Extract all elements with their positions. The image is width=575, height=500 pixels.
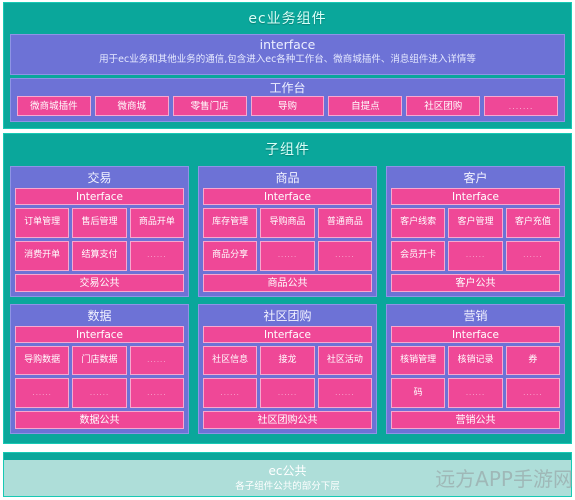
card-interface-bar: Interface	[203, 188, 372, 205]
card-title: 营销	[463, 308, 488, 323]
ec-common-section: ec公共 各子组件公共的部分下层	[3, 452, 572, 497]
feature-item[interactable]: 商品开单	[129, 208, 184, 238]
workbench-chip[interactable]: 零售门店	[172, 96, 247, 116]
card-interface-bar: Interface	[391, 325, 560, 343]
feature-item[interactable]: 社区活动	[317, 345, 372, 376]
feature-item-more[interactable]: ......	[72, 378, 127, 408]
feature-item[interactable]: 券	[505, 345, 560, 376]
feature-item[interactable]: 库存管理	[203, 208, 258, 238]
workbench-chip[interactable]: 社区团购	[406, 96, 481, 116]
feature-item-more[interactable]: ......	[129, 378, 184, 408]
card-feature-grid: 订单管理 售后管理 商品开单 消费开单 结算支付 ......	[15, 208, 184, 271]
sub-component-card-goods[interactable]: 商品 Interface 库存管理 导购商品 普通商品 商品分享 ...... …	[198, 166, 377, 297]
feature-item-more[interactable]: ......	[448, 378, 503, 408]
sub-component-title: 子组件	[265, 142, 310, 158]
card-title: 客户	[463, 171, 488, 185]
feature-item[interactable]: 导购数据	[15, 345, 70, 376]
card-common-bar: 数据公共	[15, 411, 184, 429]
feature-item[interactable]: 门店数据	[72, 345, 127, 376]
card-feature-grid: 导购数据 门店数据 ...... ...... ...... ......	[15, 345, 184, 408]
workbench-chip-more[interactable]: .......	[484, 96, 559, 116]
ec-business-component-title: ec业务组件	[248, 11, 327, 27]
feature-item[interactable]: 结算支付	[72, 240, 127, 271]
feature-item[interactable]: 导购商品	[260, 208, 315, 238]
feature-item-more[interactable]: ......	[129, 240, 184, 271]
feature-item[interactable]: 核销管理	[391, 345, 446, 376]
workbench-panel: 工作台 微商城插件 微商城 零售门店 导购 自提点 社区团购 .......	[10, 78, 565, 122]
feature-item[interactable]: 订单管理	[15, 208, 70, 238]
card-title: 数据	[87, 308, 112, 323]
feature-item[interactable]: 售后管理	[72, 208, 127, 238]
card-common-bar: 客户公共	[391, 273, 560, 292]
feature-item[interactable]: 码	[391, 378, 446, 408]
feature-item-more[interactable]: ......	[15, 378, 70, 408]
feature-item[interactable]: 会员开卡	[391, 240, 446, 271]
sub-component-card-customer[interactable]: 客户 Interface 客户线索 客户管理 客户充值 会员开卡 ...... …	[386, 166, 565, 297]
ec-business-component-section: ec业务组件 interface 用于ec业务和其他业务的通信,包含进入ec各种…	[3, 2, 572, 129]
card-feature-grid: 核销管理 核销记录 券 码 ...... ......	[391, 345, 560, 408]
ec-common-text-wrap: ec公共 各子组件公共的部分下层	[4, 460, 571, 494]
feature-item-more[interactable]: ......	[317, 240, 372, 271]
card-interface-bar: Interface	[15, 188, 184, 205]
workbench-chip-row: 微商城插件 微商城 零售门店 导购 自提点 社区团购 .......	[15, 96, 560, 116]
feature-item-more[interactable]: ......	[505, 378, 560, 408]
feature-item[interactable]: 接龙	[260, 345, 315, 376]
sub-component-section: 子组件 交易 Interface 订单管理 售后管理 商品开单 消费开单 结算支…	[3, 133, 572, 444]
feature-item-more[interactable]: ......	[260, 378, 315, 408]
ec-common-title: ec公共	[268, 464, 307, 478]
interface-description: 用于ec业务和其他业务的通信,包含进入ec各种工作台、微商城插件、消息组件进入详…	[99, 54, 476, 65]
ec-common-top-bar	[4, 453, 571, 460]
workbench-chip[interactable]: 微商城插件	[17, 96, 91, 116]
card-common-bar: 社区团购公共	[203, 411, 372, 429]
ec-common-subtitle: 各子组件公共的部分下层	[235, 481, 340, 492]
workbench-chip[interactable]: 自提点	[328, 96, 403, 116]
feature-item-more[interactable]: ......	[129, 345, 184, 376]
sub-component-card-trade[interactable]: 交易 Interface 订单管理 售后管理 商品开单 消费开单 结算支付 ..…	[10, 166, 189, 297]
card-title: 交易	[87, 171, 112, 185]
card-title: 商品	[275, 171, 300, 185]
card-feature-grid: 客户线索 客户管理 客户充值 会员开卡 ...... ......	[391, 208, 560, 271]
feature-item[interactable]: 客户管理	[448, 208, 503, 238]
card-interface-bar: Interface	[391, 188, 560, 205]
feature-item[interactable]: 客户充值	[505, 208, 560, 238]
workbench-chip[interactable]: 微商城	[94, 96, 169, 116]
sub-component-card-marketing[interactable]: 营销 Interface 核销管理 核销记录 券 码 ...... ......…	[386, 303, 565, 434]
card-common-bar: 营销公共	[391, 411, 560, 429]
architecture-diagram: ec业务组件 interface 用于ec业务和其他业务的通信,包含进入ec各种…	[0, 0, 575, 500]
card-common-bar: 交易公共	[15, 273, 184, 292]
feature-item-more[interactable]: ......	[260, 240, 315, 271]
card-common-bar: 商品公共	[203, 273, 372, 292]
feature-item-more[interactable]: ......	[505, 240, 560, 271]
card-feature-grid: 社区信息 接龙 社区活动 ...... ...... ......	[203, 345, 372, 408]
feature-item-more[interactable]: ......	[203, 378, 258, 408]
sub-component-card-grid: 交易 Interface 订单管理 售后管理 商品开单 消费开单 结算支付 ..…	[10, 166, 565, 434]
card-title: 社区团购	[263, 308, 312, 323]
sub-component-card-community-group-buy[interactable]: 社区团购 Interface 社区信息 接龙 社区活动 ...... .....…	[198, 303, 377, 434]
feature-item[interactable]: 商品分享	[203, 240, 258, 271]
interface-title: interface	[259, 37, 316, 52]
feature-item[interactable]: 核销记录	[448, 345, 503, 376]
card-interface-bar: Interface	[203, 325, 372, 343]
card-feature-grid: 库存管理 导购商品 普通商品 商品分享 ...... ......	[203, 208, 372, 271]
feature-item-more[interactable]: ......	[317, 378, 372, 408]
feature-item[interactable]: 客户线索	[391, 208, 446, 238]
workbench-title: 工作台	[269, 81, 306, 95]
feature-item[interactable]: 消费开单	[15, 240, 70, 271]
feature-item[interactable]: 社区信息	[203, 345, 258, 376]
interface-panel: interface 用于ec业务和其他业务的通信,包含进入ec各种工作台、微商城…	[10, 34, 565, 75]
workbench-chip[interactable]: 导购	[250, 96, 325, 116]
card-interface-bar: Interface	[15, 325, 184, 343]
sub-component-card-data[interactable]: 数据 Interface 导购数据 门店数据 ...... ...... ...…	[10, 303, 189, 434]
feature-item[interactable]: 普通商品	[317, 208, 372, 238]
feature-item-more[interactable]: ......	[448, 240, 503, 271]
